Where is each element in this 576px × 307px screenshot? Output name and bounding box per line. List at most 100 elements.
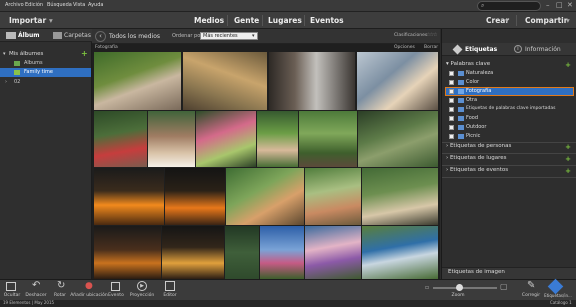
photo-thumbnail[interactable]	[148, 111, 195, 167]
ratings-label: Clasificaciones	[394, 33, 428, 38]
chevron-right-icon[interactable]: ›	[5, 79, 7, 85]
keyword-row[interactable]: Food	[449, 115, 569, 123]
tab-medios[interactable]: Medios	[194, 16, 224, 25]
rotate-icon[interactable]: ↻	[57, 280, 65, 291]
keyword-row[interactable]: Otra	[449, 97, 569, 105]
play-icon[interactable]: ▶	[137, 281, 147, 291]
search-input[interactable]: ⌕	[477, 1, 541, 11]
tab-etiquetas[interactable]: Etiquetas	[465, 46, 497, 53]
photo-thumbnail[interactable]	[305, 226, 361, 279]
my-albums-header[interactable]: Mis álbumes	[9, 51, 43, 57]
photo-thumbnail[interactable]	[362, 168, 438, 225]
place-tags-header[interactable]: › Etiquetas de lugares +	[446, 155, 574, 163]
photo-thumbnail[interactable]	[94, 168, 164, 225]
photo-thumbnail[interactable]	[94, 52, 181, 110]
sort-select[interactable]: Más recientes ▾	[200, 32, 258, 40]
photo-thumbnail[interactable]	[269, 52, 355, 110]
panel-toggle-icon[interactable]	[6, 282, 16, 291]
add-keyword-icon[interactable]: +	[565, 61, 571, 69]
tab-carpetas[interactable]: Carpetas	[64, 32, 91, 39]
album-item[interactable]: Albums	[24, 60, 43, 66]
zoom-slider-handle[interactable]	[456, 284, 464, 291]
photo-thumbnail[interactable]	[257, 111, 298, 167]
checkbox[interactable]	[449, 116, 454, 121]
photo-thumbnail[interactable]	[260, 226, 304, 279]
photo-thumbnail[interactable]	[196, 111, 256, 167]
keyword-row[interactable]: Fotografía	[449, 88, 569, 96]
share-button[interactable]: Compartir	[525, 16, 567, 25]
search-icon: ⌕	[481, 2, 485, 9]
zoom-in-icon[interactable]: ▢	[500, 282, 508, 291]
event-tags-header[interactable]: › Etiquetas de eventos +	[446, 167, 574, 175]
zoom-slider[interactable]	[433, 287, 497, 289]
minimize-icon[interactable]: –	[546, 1, 550, 9]
checkbox[interactable]	[449, 107, 454, 112]
calendar-icon[interactable]	[111, 282, 120, 291]
editor-icon[interactable]	[165, 281, 175, 291]
photo-thumbnail[interactable]	[94, 111, 147, 167]
menu-archivo[interactable]: Archivo	[5, 2, 24, 8]
keyword-row[interactable]: Naturaleza	[449, 70, 569, 78]
tab-informacion[interactable]: Información	[525, 46, 561, 53]
zoom-out-icon[interactable]: ▫	[425, 284, 429, 291]
people-tags-header[interactable]: › Etiquetas de personas +	[446, 143, 574, 151]
photo-thumbnail[interactable]	[362, 226, 438, 279]
tab-gente[interactable]: Gente	[234, 16, 259, 25]
options-button[interactable]: Opciones	[394, 45, 415, 50]
checkbox[interactable]	[449, 98, 454, 103]
folder-item[interactable]: 02	[14, 79, 20, 85]
checkbox[interactable]	[449, 134, 454, 139]
add-album-icon[interactable]: +	[81, 49, 88, 58]
import-dropdown-icon[interactable]: ▾	[49, 16, 53, 25]
import-button[interactable]: Importar	[9, 16, 46, 25]
sort-value: Más recientes	[203, 33, 238, 39]
photo-thumbnail[interactable]	[183, 52, 267, 110]
add-person-icon[interactable]: +	[565, 143, 571, 151]
editor-button[interactable]: Editor	[158, 293, 182, 298]
keyword-row[interactable]: Etiquetas de palabras clave importadas	[449, 106, 569, 114]
tab-album[interactable]: Álbum	[18, 32, 40, 39]
menu-vista[interactable]: Vista	[73, 2, 85, 8]
tab-lugares[interactable]: Lugares	[268, 16, 302, 25]
menu-busqueda[interactable]: Búsqueda	[47, 2, 72, 8]
photo-thumbnail[interactable]	[225, 226, 259, 279]
keyword-row[interactable]: Picnic	[449, 133, 569, 141]
close-icon[interactable]: ✕	[567, 1, 573, 9]
back-button[interactable]: ‹	[95, 31, 106, 42]
tags-icon[interactable]	[547, 278, 564, 295]
photo-thumbnail[interactable]	[94, 226, 161, 279]
add-place-icon[interactable]: +	[565, 155, 571, 163]
slideshow-button[interactable]: Proyección	[126, 293, 158, 298]
photo-thumbnail[interactable]	[165, 168, 225, 225]
clear-button[interactable]: Borrar	[424, 45, 438, 50]
menu-ayuda[interactable]: Ayuda	[88, 2, 103, 8]
correct-icon[interactable]: ✎	[527, 280, 535, 291]
add-event-icon[interactable]: +	[565, 167, 571, 175]
keyword-row[interactable]: Color	[449, 79, 569, 87]
tags-button[interactable]: Etiquetas/in...	[541, 293, 575, 298]
keywords-section-header[interactable]: ▾ Palabras clave +	[446, 61, 574, 69]
photo-thumbnail[interactable]	[299, 111, 357, 167]
photo-thumbnail[interactable]	[162, 226, 224, 279]
undo-icon[interactable]: ↶	[32, 280, 40, 291]
rating-stars-icon[interactable]: ☆☆☆	[426, 32, 437, 38]
correct-button[interactable]: Corregir	[519, 293, 543, 298]
location-pin-icon[interactable]: ●	[85, 281, 93, 291]
checkbox[interactable]	[449, 89, 454, 94]
tab-eventos[interactable]: Eventos	[310, 16, 344, 25]
checkbox[interactable]	[449, 125, 454, 130]
hide-button[interactable]: Ocultar	[0, 293, 24, 298]
checkbox[interactable]	[449, 80, 454, 85]
photo-thumbnail[interactable]	[358, 111, 438, 167]
chevron-down-icon: ▾	[252, 33, 255, 39]
event-button[interactable]: Evento	[104, 293, 128, 298]
chevron-down-icon[interactable]: ▾	[3, 51, 6, 57]
photo-thumbnail[interactable]	[357, 52, 438, 110]
undo-button[interactable]: Deshacer	[22, 293, 50, 298]
keyword-row[interactable]: Outdoor	[449, 124, 569, 132]
menu-edicion[interactable]: Edición	[25, 2, 43, 8]
maximize-icon[interactable]: □	[556, 1, 563, 9]
photo-thumbnail[interactable]	[226, 168, 304, 225]
checkbox[interactable]	[449, 71, 454, 76]
photo-thumbnail[interactable]	[305, 168, 361, 225]
